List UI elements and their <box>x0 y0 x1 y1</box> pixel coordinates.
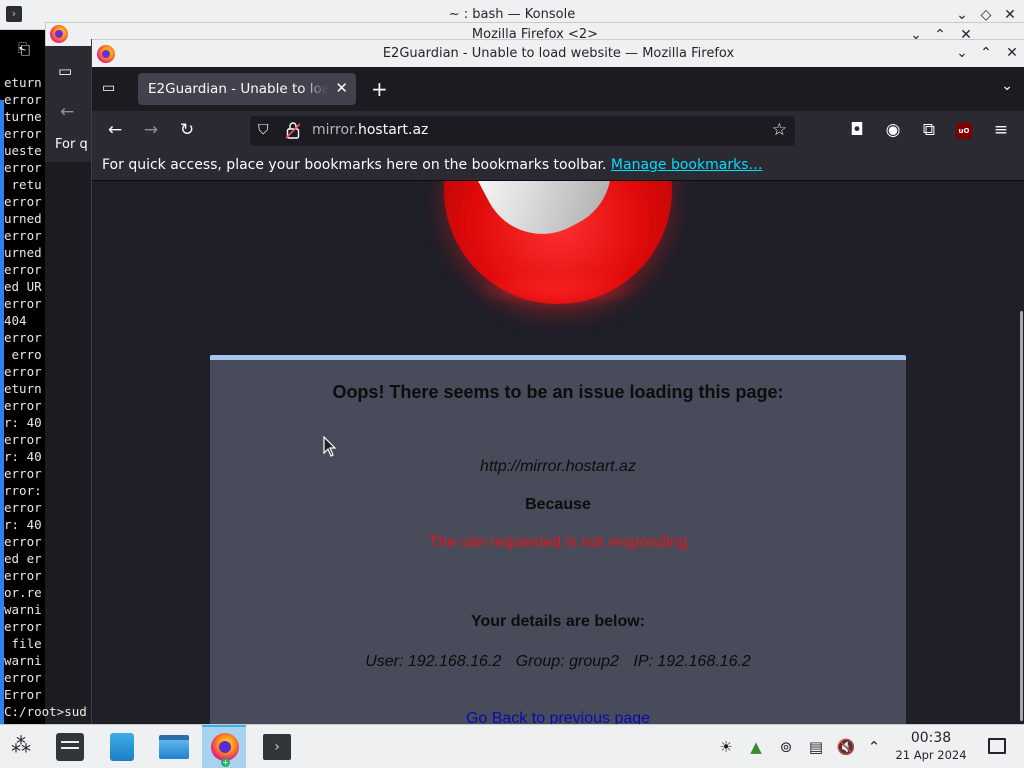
user-value: User: 192.168.16.2 <box>365 653 502 670</box>
navigation-toolbar: ← → ↻ ⛉ mirror.hostart.az ☆ ◘ ◉ ⧉ uO ≡ <box>92 111 1024 151</box>
tab-strip: ▭ E2Guardian - Unable to load website ✕ … <box>92 67 1024 111</box>
plus-badge-icon: + <box>221 758 230 767</box>
url-text: mirror.hostart.az <box>312 122 429 138</box>
network-tray-icon[interactable]: ⊚ <box>776 737 796 757</box>
new-tab-icon[interactable]: + <box>371 77 388 101</box>
go-back-link[interactable]: Go Back to previous page <box>210 710 906 724</box>
manage-bookmarks-link[interactable]: Manage bookmarks… <box>611 157 763 173</box>
tab-e2guardian[interactable]: E2Guardian - Unable to load website ✕ <box>138 73 356 105</box>
scrollbar[interactable] <box>1020 311 1023 721</box>
group-value: Group: group2 <box>515 653 619 670</box>
url-bar[interactable]: ⛉ mirror.hostart.az ☆ <box>250 116 795 146</box>
bookmarks-empty-message: For quick access, place your bookmarks h… <box>102 157 763 173</box>
clipboard-tray-icon[interactable]: ▤ <box>806 737 826 757</box>
tab-list-icon[interactable]: ▭ <box>58 62 72 80</box>
extensions-icon[interactable]: ⧉ <box>918 120 940 140</box>
error-reason: The site requested is not responding <box>428 534 688 551</box>
konsole-icon: › <box>263 734 291 760</box>
firefox-icon <box>211 733 239 761</box>
system-settings-icon <box>56 733 84 761</box>
firefox-titlebar[interactable]: E2Guardian - Unable to load website — Mo… <box>92 39 1024 67</box>
chevron-down-icon[interactable]: ⌄ <box>1001 78 1013 94</box>
maximize-icon[interactable]: ⌃ <box>976 43 996 63</box>
list-all-tabs-icon[interactable]: ▭ <box>102 80 120 98</box>
ublock-origin-icon[interactable]: uO <box>956 123 972 139</box>
back-icon[interactable]: ← <box>104 120 126 140</box>
error-heading: Oops! There seems to be an issue loading… <box>332 382 784 402</box>
clock-date[interactable]: 21 Apr 2024 <box>888 748 974 762</box>
bookmarks-toolbar: For quick access, place your bookmarks h… <box>92 151 1024 181</box>
ip-value: IP: 192.168.16.2 <box>633 653 751 670</box>
pocket-icon[interactable]: ◘ <box>846 120 868 140</box>
folder-icon <box>159 735 189 759</box>
taskbar: ⁂ + › ☀ ▲ ⊚ ▤ 🔇 ⌃ 00:38 21 Apr 2024 <box>0 724 1024 768</box>
menu-icon[interactable]: ≡ <box>990 120 1012 140</box>
firefox-back-content <box>45 162 92 706</box>
discover-icon <box>110 733 134 761</box>
bookmark-star-icon[interactable]: ☆ <box>772 120 787 140</box>
volume-muted-icon[interactable]: 🔇 <box>836 737 856 757</box>
firefox-window-title: E2Guardian - Unable to load website — Mo… <box>382 46 735 61</box>
show-desktop-icon[interactable] <box>988 738 1006 754</box>
tracking-protection-icon[interactable]: ⛉ <box>258 122 269 138</box>
logo-reflection <box>472 269 642 309</box>
application-launcher-icon[interactable]: ⁂ <box>8 735 34 759</box>
back-icon[interactable]: ← <box>60 102 74 122</box>
weather-tray-icon[interactable]: ☀ <box>716 737 736 757</box>
user-details: User: 192.168.16.2 Group: group2 IP: 192… <box>210 653 906 671</box>
mouse-pointer-icon <box>323 436 337 457</box>
lock-warning-icon[interactable] <box>286 121 300 139</box>
konsole-window-title: ~ : bash — Konsole <box>448 7 576 22</box>
tab-close-icon[interactable]: ✕ <box>335 79 348 97</box>
update-tray-icon[interactable]: ▲ <box>746 737 766 757</box>
account-icon[interactable]: ◉ <box>882 120 904 140</box>
because-label: Because <box>525 496 591 513</box>
minimize-icon[interactable]: ⌄ <box>952 43 972 63</box>
chevron-up-icon[interactable]: ⌃ <box>864 737 884 757</box>
close-icon[interactable]: ✕ <box>1002 43 1022 63</box>
clock-time[interactable]: 00:38 <box>896 730 966 746</box>
tab-title: E2Guardian - Unable to load website <box>148 81 328 97</box>
terminal-prompt[interactable]: C:/root>sud <box>4 704 87 719</box>
error-panel: Oops! There seems to be an issue loading… <box>210 355 906 724</box>
firefox-window: E2Guardian - Unable to load website — Mo… <box>91 39 1024 724</box>
reload-icon[interactable]: ↻ <box>176 120 198 140</box>
forward-icon[interactable]: → <box>140 120 162 140</box>
paste-icon[interactable]: ⎗ <box>18 40 36 58</box>
blocked-url: http://mirror.hostart.az <box>480 458 636 475</box>
firefox-back-bookmarks-text: For q <box>45 130 92 162</box>
page-content: Oops! There seems to be an issue loading… <box>92 181 1024 724</box>
details-heading: Your details are below: <box>471 613 645 630</box>
